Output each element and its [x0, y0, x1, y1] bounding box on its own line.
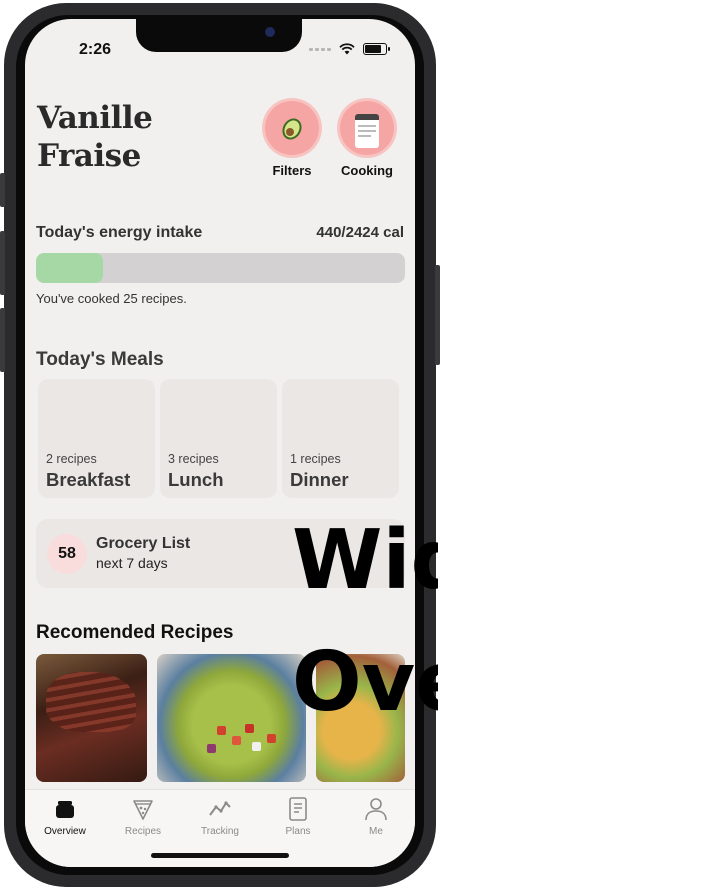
overlay-text-line1: Wid — [292, 513, 438, 608]
overlay-text-clip: Wid Ove — [0, 0, 438, 889]
overlay-text-line2: Ove — [292, 635, 438, 730]
